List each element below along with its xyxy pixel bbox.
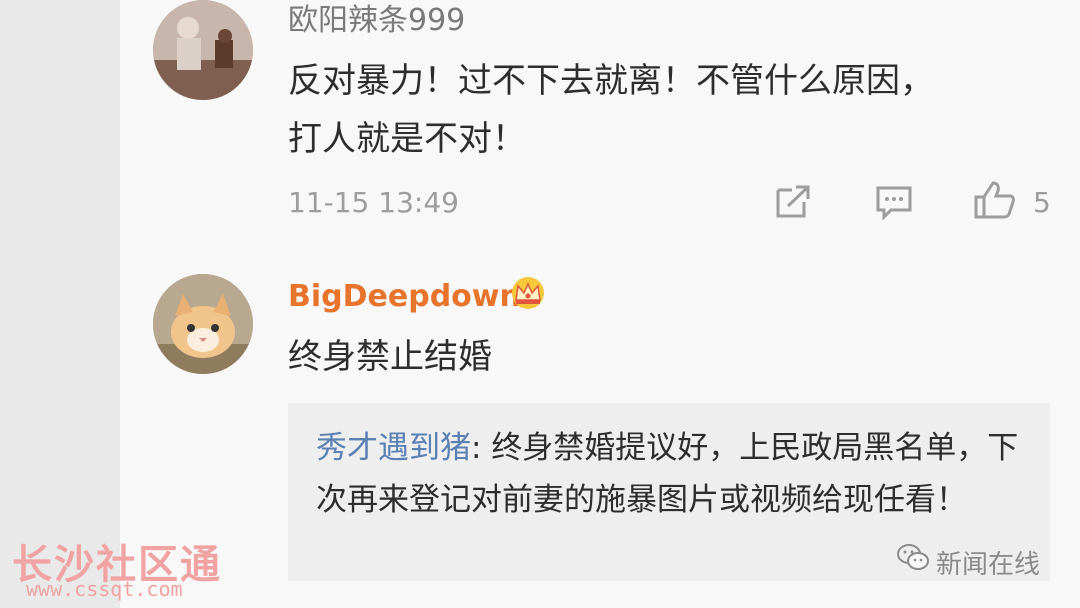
timestamp: 11-15 13:49 bbox=[288, 186, 459, 219]
reply-text: 秀才遇到猪: 终身禁婚提议好，上民政局黑名单，下次再来登记对前妻的施暴图片或视频… bbox=[316, 422, 1036, 526]
comment-text: 终身禁止结婚 bbox=[288, 337, 492, 377]
comment-icon[interactable] bbox=[875, 184, 913, 220]
crown-icon bbox=[512, 277, 544, 309]
left-background bbox=[0, 0, 120, 608]
username[interactable]: 欧阳辣条999 bbox=[288, 3, 465, 39]
watermark-url: www.cssqt.com bbox=[26, 577, 183, 601]
watermark-brand: 新闻在线 bbox=[936, 550, 1041, 580]
comment-line: 打人就是不对！ bbox=[288, 119, 526, 159]
avatar[interactable] bbox=[153, 0, 253, 100]
reply-separator: : bbox=[471, 430, 492, 466]
reply-author[interactable]: 秀才遇到猪 bbox=[316, 430, 471, 466]
like-icon[interactable] bbox=[973, 180, 1015, 220]
like-count: 5 bbox=[1033, 186, 1051, 219]
wechat-icon bbox=[897, 544, 929, 570]
comment-text: 反对暴力！过不下去就离！不管什么原因， 打人就是不对！ bbox=[288, 52, 934, 168]
share-icon[interactable] bbox=[774, 184, 812, 220]
username[interactable]: BigDeepdown bbox=[288, 279, 521, 315]
comment-line: 反对暴力！过不下去就离！不管什么原因， bbox=[288, 61, 934, 101]
avatar[interactable] bbox=[153, 274, 253, 374]
